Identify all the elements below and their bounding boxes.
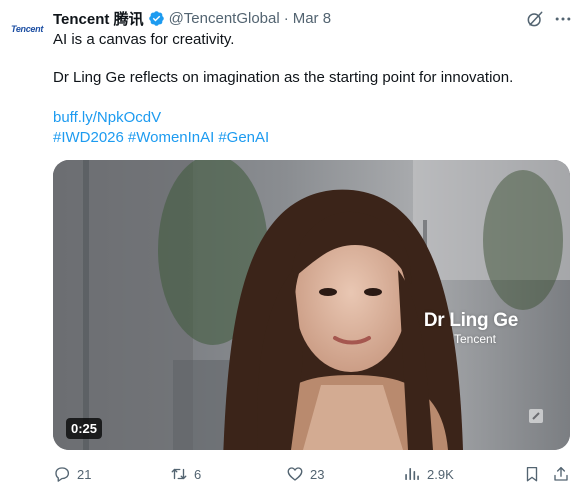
video-frame (53, 160, 570, 450)
tweet-text-line-2: Dr Ling Ge reflects on imagination as th… (53, 69, 514, 86)
hashtag-iwd2026[interactable]: #IWD2026 (53, 129, 124, 146)
author-name[interactable]: Tencent 腾讯 (53, 8, 144, 29)
share-button[interactable] (552, 462, 576, 486)
bookmark-icon (526, 466, 538, 482)
hashtag-genai[interactable]: #GenAI (218, 129, 269, 146)
video-watermark-icon (528, 408, 544, 424)
like-icon (287, 467, 303, 481)
share-icon (554, 466, 568, 481)
reply-button[interactable]: 21 (53, 462, 91, 486)
hashtag-row: #IWD2026 #WomenInAI #GenAI (53, 128, 273, 148)
like-button[interactable]: 23 (286, 462, 324, 486)
bookmark-button[interactable] (523, 462, 547, 486)
views-count: 2.9K (427, 466, 454, 482)
repost-button[interactable]: 6 (170, 462, 201, 486)
tweet-date[interactable]: Mar 8 (293, 10, 331, 27)
repost-count: 6 (194, 466, 202, 482)
repost-icon (171, 468, 187, 480)
grok-icon[interactable] (524, 8, 546, 30)
more-icon[interactable] (552, 8, 574, 30)
action-bar: 21 6 23 2.9K (53, 462, 570, 486)
verified-badge-icon[interactable] (148, 10, 165, 27)
tweet-header: Tencent 腾讯 @TencentGlobal · Mar 8 (53, 8, 542, 28)
avatar-logo-text: Tencent (10, 24, 44, 34)
video-player[interactable]: Dr Ling Ge Tencent 0:25 (53, 160, 570, 450)
tweet-text-line-1: AI is a canvas for creativity. (53, 31, 235, 48)
tweet-link[interactable]: buff.ly/NpkOcdV (53, 108, 161, 128)
video-caption-org: Tencent (453, 332, 496, 346)
reply-count: 21 (77, 466, 92, 482)
hashtag-womeninai[interactable]: #WomenInAI (128, 129, 214, 146)
reply-icon (55, 467, 70, 482)
separator: · (283, 9, 289, 27)
video-duration: 0:25 (66, 418, 103, 439)
views-button[interactable]: 2.9K (403, 462, 454, 486)
avatar[interactable]: Tencent (8, 10, 46, 48)
views-icon (405, 468, 419, 480)
like-count: 23 (310, 466, 325, 482)
author-handle[interactable]: @TencentGlobal (169, 10, 280, 27)
video-caption-name: Dr Ling Ge (423, 310, 518, 331)
